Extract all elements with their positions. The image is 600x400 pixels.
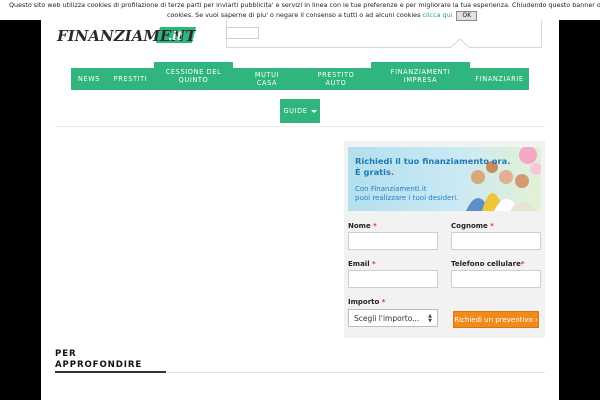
banner-title-line1: Richiedi il tuo finanziamento ora. [355, 156, 511, 166]
section-title-line2: APPROFONDIRE [55, 360, 143, 370]
nav-news-label: NEWS [77, 75, 101, 83]
section-underline [55, 371, 166, 373]
nav-news[interactable]: NEWS [71, 68, 107, 90]
section-title-line1: PER [55, 349, 77, 359]
cookie-ok-button[interactable]: OK [456, 11, 478, 21]
cookie-text-line2: cookies. Se vuoi saperne di piu' o negar… [167, 10, 478, 21]
telefono-field[interactable] [451, 270, 541, 288]
nav-finanziarie-label: FINANZIARIE [475, 75, 524, 83]
cognome-label: Cognome * [451, 222, 494, 230]
nav-guide-label: GUIDE [283, 107, 308, 115]
cookie-banner: Questo sito web utilizza cookies di prof… [0, 0, 600, 21]
logo[interactable]: FINANZIAMENTI .it [56, 23, 204, 47]
email-label: Email * [348, 260, 376, 268]
form-banner[interactable]: Richiedi il tuo finanziamento ora. È gra… [348, 147, 541, 211]
nav-impresa-label-1: FINANZIAMENTI [390, 68, 451, 76]
select-arrows-icon: ▲ ▼ [428, 313, 432, 324]
importo-select-value: Scegli l'importo... [354, 313, 420, 323]
nav-mutui-casa[interactable]: MUTUI CASA [233, 68, 301, 90]
nome-field[interactable] [348, 232, 438, 250]
cookie-text: cookies. Se vuoi saperne di piu' o negar… [167, 11, 421, 19]
nav-cessione-del-quinto[interactable]: CESSIONE DEL QUINTO [154, 62, 233, 90]
page: Questo sito web utilizza cookies di prof… [0, 0, 600, 400]
nome-label: Nome * [348, 222, 377, 230]
nav-cessione-label-2: QUINTO [178, 76, 209, 84]
nav-prestito-auto[interactable]: PRESTITO AUTO [301, 68, 371, 90]
header-notch-icon [449, 38, 471, 49]
nav-prestiti-label: PRESTITI [113, 75, 148, 83]
importo-select[interactable]: Scegli l'importo... ▲ ▼ [348, 309, 438, 327]
banner-sub-line2: puoi realizzare i tuoi desideri. [355, 194, 459, 202]
caret-down-icon [310, 109, 317, 113]
logo-suffix: .it [168, 29, 183, 43]
nav-guide-dropdown[interactable]: GUIDE [280, 99, 320, 123]
nav-mutui-label-1: MUTUI [254, 71, 280, 79]
telefono-label: Telefono cellulare* [451, 260, 525, 268]
nav-impresa-label-2: IMPRESA [403, 76, 438, 84]
submit-quote-button[interactable]: Richiedi un preventivo › [453, 311, 539, 328]
cognome-field[interactable] [451, 232, 541, 250]
section-title: PER APPROFONDIRE [55, 349, 142, 371]
logo-graphic: FINANZIAMENTI .it [56, 27, 204, 45]
banner-subtitle: Con Finanziamenti.it puoi realizzare i t… [355, 185, 458, 203]
banner-title-line2: È gratis [355, 167, 391, 177]
nav-auto-label-1: PRESTITO [317, 71, 355, 79]
nav-mutui-label-2: CASA [256, 79, 278, 87]
banner-title: Richiedi il tuo finanziamento ora. È gra… [355, 156, 511, 177]
header-search-field[interactable] [226, 27, 259, 39]
divider [55, 126, 545, 127]
nav-finanziarie[interactable]: FINANZIARIE [470, 68, 529, 90]
nav-auto-label-2: AUTO [325, 79, 347, 87]
nav-finanziamenti-impresa[interactable]: FINANZIAMENTI IMPRESA [371, 62, 470, 90]
cookie-link[interactable]: clicca qui [422, 11, 452, 19]
header-banner-area [226, 20, 542, 48]
nav-cessione-label-1: CESSIONE DEL [165, 68, 222, 76]
cookie-text-line1: Questo sito web utilizza cookies di prof… [9, 1, 600, 9]
email-field[interactable] [348, 270, 438, 288]
banner-sub-line1: Con Finanziamenti.it [355, 185, 427, 193]
importo-label: Importo * [348, 298, 386, 306]
nav-prestiti[interactable]: PRESTITI [107, 68, 154, 90]
